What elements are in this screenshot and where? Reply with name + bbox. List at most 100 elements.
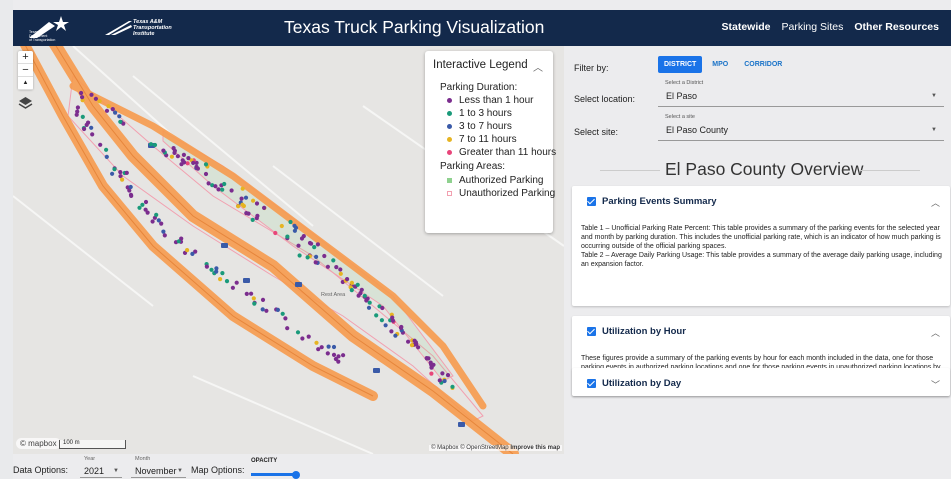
parking-event-dot[interactable]	[389, 329, 394, 334]
parking-event-dot[interactable]	[288, 219, 293, 225]
parking-event-dot[interactable]	[416, 345, 421, 350]
parking-event-dot[interactable]	[325, 351, 330, 356]
parking-event-dot[interactable]	[356, 293, 361, 298]
parking-event-dot[interactable]	[120, 177, 125, 182]
parking-event-dot[interactable]	[251, 296, 256, 301]
parking-event-dot[interactable]	[185, 248, 190, 253]
parking-event-dot[interactable]	[104, 108, 110, 113]
checkbox-checked-icon[interactable]	[587, 327, 596, 336]
parking-event-dot[interactable]	[175, 154, 180, 159]
parking-event-dot[interactable]	[260, 297, 266, 302]
panel-header-utilization-day[interactable]: Utilization by Day ﹀	[572, 368, 950, 396]
parking-event-dot[interactable]	[322, 253, 327, 259]
filter-district-button[interactable]: DISTRICT	[658, 56, 703, 73]
slider-thumb[interactable]	[292, 470, 300, 479]
parking-event-dot[interactable]	[305, 255, 310, 260]
parking-event-dot[interactable]	[110, 171, 115, 176]
parking-event-dot[interactable]	[80, 95, 85, 100]
parking-event-dot[interactable]	[254, 201, 260, 206]
parking-event-dot[interactable]	[216, 187, 221, 192]
parking-event-dot[interactable]	[306, 334, 311, 339]
parking-event-dot[interactable]	[334, 265, 339, 270]
parking-event-dot[interactable]	[241, 203, 246, 209]
parking-event-dot[interactable]	[325, 264, 330, 269]
parking-event-dot[interactable]	[341, 353, 346, 358]
parking-event-dot[interactable]	[195, 166, 200, 171]
parking-event-dot[interactable]	[203, 171, 209, 177]
parking-event-dot[interactable]	[367, 300, 372, 305]
parking-event-dot[interactable]	[229, 188, 234, 193]
parking-event-dot[interactable]	[128, 184, 133, 190]
parking-event-dot[interactable]	[250, 217, 255, 222]
parking-event-dot[interactable]	[117, 114, 122, 119]
parking-event-dot[interactable]	[362, 293, 367, 298]
parking-event-dot[interactable]	[297, 253, 302, 258]
parking-event-dot[interactable]	[230, 285, 235, 290]
parking-event-dot[interactable]	[314, 254, 319, 259]
parking-event-dot[interactable]	[182, 160, 187, 165]
parking-event-dot[interactable]	[185, 161, 190, 166]
parking-event-dot[interactable]	[331, 258, 336, 263]
opacity-slider[interactable]	[251, 470, 300, 479]
parking-event-dot[interactable]	[295, 330, 301, 335]
nav-parking-sites[interactable]: Parking Sites	[782, 21, 844, 33]
parking-event-dot[interactable]	[412, 338, 417, 343]
parking-event-dot[interactable]	[280, 311, 285, 316]
parking-event-dot[interactable]	[222, 181, 227, 187]
parking-event-dot[interactable]	[214, 269, 219, 274]
parking-event-dot[interactable]	[143, 199, 149, 205]
panel-header-utilization-hour[interactable]: Utilization by Hour ︿	[572, 316, 950, 346]
parking-event-dot[interactable]	[209, 267, 214, 272]
parking-event-dot[interactable]	[162, 233, 167, 238]
parking-event-dot[interactable]	[86, 120, 91, 125]
parking-event-dot[interactable]	[243, 195, 249, 200]
location-select[interactable]: Select a District El Paso ▼	[658, 80, 944, 107]
site-select[interactable]: Select a site El Paso County ▼	[658, 114, 944, 141]
parking-event-dot[interactable]	[299, 236, 305, 241]
parking-event-dot[interactable]	[442, 378, 447, 384]
parking-event-dot[interactable]	[190, 251, 195, 256]
filter-corridor-button[interactable]: CORRIDOR	[738, 56, 788, 73]
parking-event-dot[interactable]	[255, 213, 260, 218]
parking-event-dot[interactable]	[336, 354, 341, 359]
parking-event-dot[interactable]	[406, 339, 411, 344]
checkbox-checked-icon[interactable]	[587, 197, 596, 206]
parking-event-dot[interactable]	[148, 142, 154, 147]
parking-event-dot[interactable]	[169, 154, 174, 159]
parking-event-dot[interactable]	[244, 291, 249, 296]
parking-event-dot[interactable]	[172, 148, 177, 153]
parking-event-dot[interactable]	[179, 236, 184, 241]
parking-event-dot[interactable]	[252, 301, 257, 306]
parking-event-dot[interactable]	[110, 107, 115, 112]
parking-event-dot[interactable]	[181, 152, 186, 157]
parking-event-dot[interactable]	[279, 223, 284, 229]
compass-button[interactable]: ▲	[18, 77, 33, 90]
parking-event-dot[interactable]	[74, 112, 79, 117]
chevron-up-icon[interactable]: ︿	[931, 326, 940, 339]
parking-event-dot[interactable]	[260, 307, 265, 312]
parking-event-dot[interactable]	[129, 193, 134, 198]
month-select[interactable]: Month November ▼	[131, 456, 186, 478]
parking-event-dot[interactable]	[390, 318, 395, 323]
legend-item-lt1[interactable]: Less than 1 hour	[447, 95, 534, 106]
parking-event-dot[interactable]	[89, 125, 94, 130]
parking-event-dot[interactable]	[379, 318, 384, 323]
parking-event-dot[interactable]	[159, 221, 164, 226]
parking-event-dot[interactable]	[90, 132, 95, 137]
parking-event-dot[interactable]	[220, 271, 225, 276]
zoom-out-button[interactable]: −	[18, 64, 33, 77]
parking-event-dot[interactable]	[113, 110, 118, 115]
parking-event-dot[interactable]	[326, 344, 331, 349]
parking-event-dot[interactable]	[104, 154, 109, 159]
parking-event-dot[interactable]	[275, 307, 280, 312]
parking-event-dot[interactable]	[450, 384, 455, 389]
parking-event-dot[interactable]	[440, 371, 445, 376]
legend-item-7to11[interactable]: 7 to 11 hours	[447, 134, 517, 145]
legend-item-1to3[interactable]: 1 to 3 hours	[447, 108, 512, 119]
parking-event-dot[interactable]	[309, 241, 314, 246]
parking-event-dot[interactable]	[296, 243, 301, 248]
year-select[interactable]: Year 2021 ▼	[80, 456, 122, 478]
parking-event-dot[interactable]	[429, 371, 434, 376]
parking-event-dot[interactable]	[283, 316, 288, 321]
parking-event-dot[interactable]	[80, 114, 85, 119]
